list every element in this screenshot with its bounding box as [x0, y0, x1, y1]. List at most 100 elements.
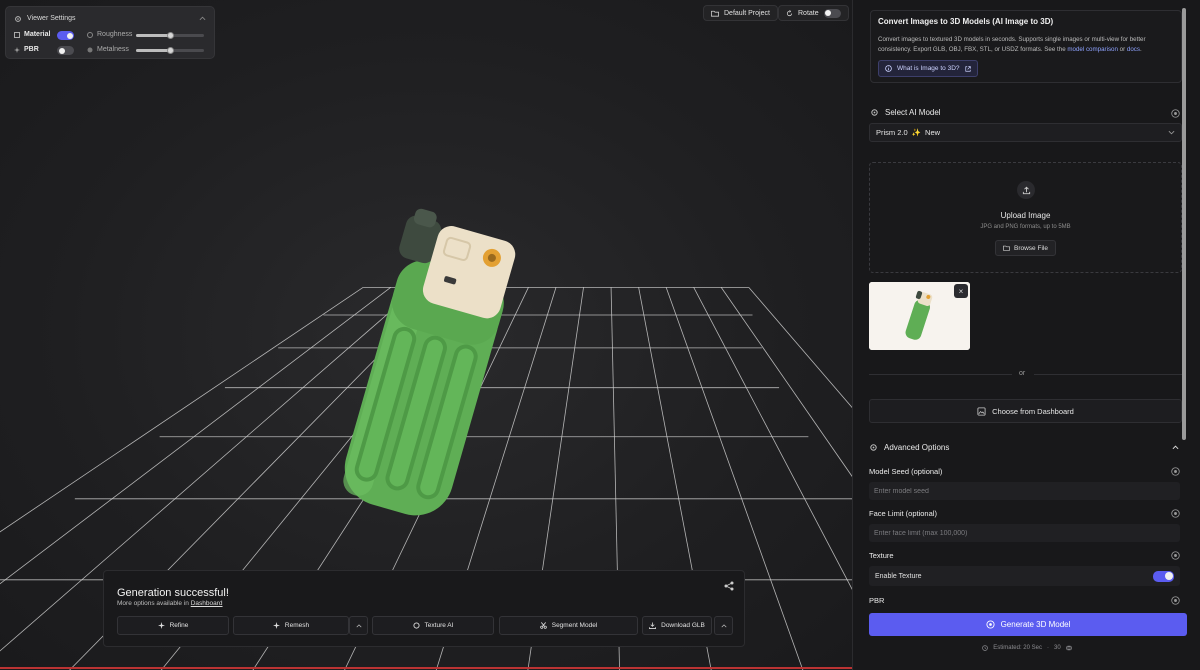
texture-ai-label: Texture AI — [424, 622, 454, 629]
upload-dropzone[interactable]: Upload Image JPG and PNG formats, up to … — [869, 162, 1182, 273]
upload-subtitle: JPG and PNG formats, up to 5MB — [980, 224, 1071, 230]
browse-file-button[interactable]: Browse File — [995, 240, 1056, 256]
sparkle-icon — [157, 622, 165, 629]
advanced-options-title: Advanced Options — [884, 443, 950, 452]
viewer-settings-header[interactable]: Viewer Settings — [14, 12, 206, 25]
enable-texture-label: Enable Texture — [875, 572, 922, 580]
divider-right — [1034, 374, 1182, 375]
roughness-slider[interactable] — [136, 31, 204, 39]
docs-link[interactable]: docs — [1127, 46, 1140, 53]
3d-viewport[interactable]: Viewer Settings Material PBR Roughness M… — [0, 0, 852, 670]
remesh-label: Remesh — [284, 622, 310, 629]
credit-cost: 30 — [1054, 645, 1061, 651]
external-link-icon — [964, 65, 971, 72]
generate-3d-model-button[interactable]: Generate 3D Model — [869, 613, 1187, 636]
help-icon[interactable] — [1171, 596, 1180, 605]
face-limit-input[interactable] — [869, 524, 1180, 542]
folder-icon — [711, 10, 719, 17]
help-icon[interactable] — [1171, 467, 1180, 476]
image-icon — [977, 406, 986, 416]
clock-icon — [982, 645, 989, 651]
download-glb-button[interactable]: Download GLB — [642, 616, 712, 635]
select-model-header: Select AI Model — [870, 108, 941, 117]
pbr-option-label: PBR — [869, 596, 885, 605]
estimate-row: Estimated: 20 Sec · 30 — [853, 645, 1200, 651]
face-limit-label: Face Limit (optional) — [869, 509, 937, 518]
help-icon[interactable] — [1171, 109, 1180, 118]
project-button[interactable]: Default Project — [703, 5, 778, 21]
project-label: Default Project — [724, 9, 770, 17]
sparkle-icon — [272, 622, 280, 629]
help-icon[interactable] — [1171, 509, 1180, 518]
roughness-row: Roughness — [87, 31, 132, 38]
viewer-settings-title: Viewer Settings — [27, 15, 76, 22]
generation-result-panel: Generation successful! More options avai… — [103, 570, 745, 647]
texture-label: Texture — [869, 551, 894, 560]
material-label: Material — [24, 31, 51, 38]
enable-texture-toggle[interactable] — [1153, 570, 1174, 582]
upload-icon — [1017, 181, 1035, 199]
scissors-icon — [539, 622, 547, 629]
right-sidebar-panel: Convert Images to 3D Models (AI Image to… — [852, 0, 1200, 670]
choose-from-dashboard-button[interactable]: Choose from Dashboard — [869, 399, 1182, 423]
what-is-image-to-3d-button[interactable]: What is Image to 3D? — [878, 60, 978, 77]
roughness-label: Roughness — [97, 31, 133, 38]
download-options-button[interactable] — [714, 616, 733, 635]
select-model-title: Select AI Model — [885, 108, 941, 117]
download-glb-label: Download GLB — [661, 622, 705, 629]
remesh-button[interactable]: Remesh — [233, 616, 349, 635]
sparkle-icon: ✨ — [911, 128, 922, 137]
material-icon — [14, 31, 20, 38]
segment-model-label: Segment Model — [551, 622, 598, 629]
model-select-dropdown[interactable]: Prism 2.0 ✨ New — [869, 123, 1182, 142]
remesh-options-button[interactable] — [349, 616, 368, 635]
roughness-slider-thumb[interactable] — [166, 31, 174, 39]
metalness-slider-thumb[interactable] — [166, 46, 174, 54]
refine-label: Refine — [169, 622, 189, 629]
metalness-slider[interactable] — [136, 46, 204, 54]
dashboard-link[interactable]: Dashboard — [191, 600, 223, 607]
info-title: Convert Images to 3D Models (AI Image to… — [878, 17, 1054, 26]
share-icon[interactable] — [724, 581, 734, 591]
generate-icon — [986, 620, 995, 629]
rotate-icon — [786, 9, 793, 17]
sparkle-icon — [14, 46, 20, 53]
advanced-options-header[interactable]: Advanced Options — [869, 443, 949, 452]
gear-icon — [869, 443, 878, 452]
generation-title: Generation successful! — [117, 587, 229, 599]
selected-model: Prism 2.0 — [876, 128, 908, 137]
chevron-down-icon — [1168, 130, 1175, 135]
or-separator: or — [1019, 370, 1026, 377]
browse-file-label: Browse File — [1014, 244, 1048, 252]
material-toggle[interactable] — [57, 31, 74, 40]
sidebar-scrollbar[interactable] — [1182, 8, 1186, 440]
gear-icon — [14, 15, 22, 23]
refine-button[interactable]: Refine — [117, 616, 229, 635]
chevron-up-icon[interactable] — [1172, 445, 1179, 450]
gear-icon — [870, 108, 879, 117]
segment-model-button[interactable]: Segment Model — [499, 616, 638, 635]
chevron-up-icon[interactable] — [199, 16, 206, 21]
grid-line — [748, 287, 852, 409]
model-seed-input[interactable] — [869, 482, 1180, 500]
generation-subtitle-text: More options available in — [117, 600, 189, 607]
lighter-3d-model[interactable] — [320, 205, 540, 525]
help-icon[interactable] — [1171, 551, 1180, 560]
remove-image-button[interactable]: × — [954, 284, 968, 298]
texture-ai-button[interactable]: Texture AI — [372, 616, 494, 635]
info-icon — [885, 65, 892, 72]
upload-title: Upload Image — [1000, 211, 1051, 220]
estimate-text: Estimated: 20 Sec — [993, 645, 1042, 651]
metalness-icon — [87, 47, 93, 53]
rotate-control[interactable]: Rotate — [778, 5, 849, 21]
metalness-row: Metalness — [87, 46, 129, 53]
info-or-text: or — [1119, 46, 1126, 53]
roughness-icon — [87, 31, 93, 38]
model-comparison-link[interactable]: model comparison — [1067, 46, 1118, 53]
generate-3d-model-label: Generate 3D Model — [1000, 620, 1071, 629]
pbr-toggle[interactable] — [57, 46, 74, 55]
credits-icon — [1065, 645, 1072, 651]
new-badge: New — [925, 128, 941, 137]
material-row: Material — [14, 31, 50, 38]
rotate-toggle[interactable] — [823, 8, 841, 18]
